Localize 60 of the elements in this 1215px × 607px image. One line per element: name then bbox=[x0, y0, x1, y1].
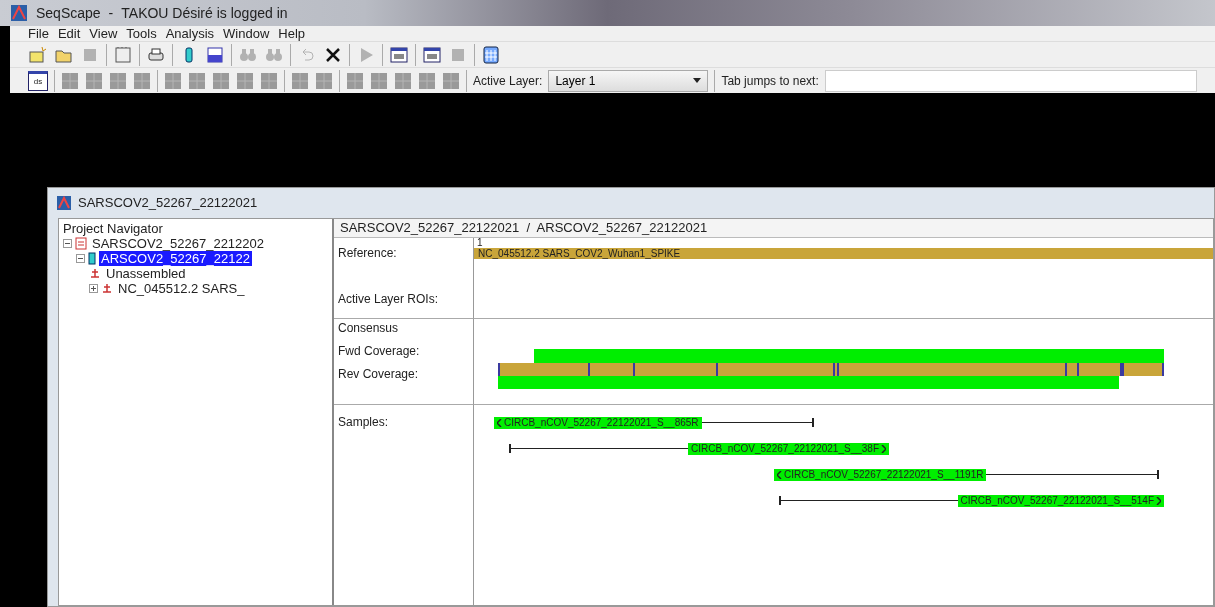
collapse-icon[interactable] bbox=[76, 254, 85, 263]
layer-dropdown[interactable]: Layer 1 bbox=[548, 69, 709, 92]
right-arrowhead-icon bbox=[881, 445, 886, 453]
ds-button[interactable]: ds bbox=[28, 70, 48, 91]
login-status: TAKOU Désiré is logged in bbox=[121, 4, 288, 21]
caret-icon bbox=[693, 78, 702, 84]
sample-read[interactable]: CIRCB_nCOV_52267_22122021_S__1191R bbox=[774, 469, 1159, 481]
read-label: CIRCB_nCOV_52267_22122021_S__1191R bbox=[774, 469, 987, 481]
window-icon[interactable] bbox=[390, 45, 408, 64]
expand-icon[interactable] bbox=[89, 284, 98, 293]
left-arrowhead-icon bbox=[497, 419, 502, 427]
menu-item[interactable]: Tools bbox=[126, 25, 157, 41]
breadcrumb: SARSCOV2_52267_22122021 / ARSCOV2_52267_22122021 bbox=[334, 219, 1213, 238]
sample-icon bbox=[89, 267, 101, 280]
tree-item[interactable]: Unassembled bbox=[104, 266, 188, 281]
tab-jumps-dropdown[interactable] bbox=[824, 69, 1197, 92]
left-arrowhead-icon bbox=[777, 471, 782, 479]
position-number: 1 bbox=[476, 238, 484, 248]
close-icon[interactable] bbox=[324, 45, 342, 64]
right-arrowhead-icon bbox=[1156, 497, 1161, 505]
menu-item[interactable]: File bbox=[28, 25, 49, 41]
collapse-icon[interactable] bbox=[63, 239, 72, 248]
tree-item[interactable]: ARSCOV2_52267_22122 bbox=[99, 251, 252, 266]
sample-read[interactable]: CIRCB_nCOV_52267_22122021_S__514F bbox=[779, 495, 1164, 507]
notepad-icon[interactable] bbox=[114, 45, 132, 64]
read-label: CIRCB_nCOV_52267_22122021_S__865R bbox=[494, 417, 702, 429]
menu-item[interactable]: Analysis bbox=[165, 25, 215, 41]
menu-item[interactable]: Window bbox=[223, 25, 270, 41]
reference-label: Reference: bbox=[338, 246, 398, 260]
menu-item[interactable]: Help bbox=[278, 25, 306, 41]
read-label: CIRCB_nCOV_52267_22122021_S__514F bbox=[957, 495, 1164, 507]
project-logo-icon bbox=[56, 195, 72, 211]
fwd-coverage-label: Fwd Coverage: bbox=[338, 344, 421, 358]
menu-item[interactable]: View bbox=[89, 25, 118, 41]
tab-jumps-label: Tab jumps to next: bbox=[721, 73, 819, 88]
consensus-label: Consensus bbox=[338, 321, 400, 335]
sample-icon bbox=[101, 282, 113, 295]
printer-icon[interactable] bbox=[147, 45, 165, 64]
navigator-title: Project Navigator bbox=[63, 221, 164, 236]
reference-bar: NC_045512.2 SARS_COV2_Wuhan1_SPIKE bbox=[474, 248, 1213, 259]
tree-item[interactable]: SARSCOV2_52267_2212202 bbox=[90, 236, 267, 251]
grid-icon[interactable] bbox=[482, 45, 500, 64]
new-file-icon[interactable] bbox=[29, 45, 47, 64]
rev-coverage-label: Rev Coverage: bbox=[338, 367, 420, 381]
active-layer-label: Active Layer: bbox=[473, 73, 543, 88]
tube-icon bbox=[88, 252, 96, 265]
read-label: CIRCB_nCOV_52267_22122021_S__38F bbox=[688, 443, 889, 455]
roi-label: Active Layer ROIs: bbox=[338, 292, 440, 306]
tree-item[interactable]: NC_045512.2 SARS_ bbox=[116, 281, 247, 296]
samples-label: Samples: bbox=[338, 415, 390, 429]
sample-read[interactable]: CIRCB_nCOV_52267_22122021_S__865R bbox=[494, 417, 814, 429]
app-logo-icon bbox=[10, 3, 28, 22]
sample-read[interactable]: CIRCB_nCOV_52267_22122021_S__38F bbox=[509, 443, 889, 455]
window-title: SeqScape bbox=[36, 4, 101, 21]
menu-item[interactable]: Edit bbox=[57, 25, 81, 41]
project-icon bbox=[75, 237, 87, 250]
window-icon[interactable] bbox=[423, 45, 441, 64]
project-window-title: SARSCOV2_52267_22122021 bbox=[78, 195, 258, 211]
document-icon[interactable] bbox=[206, 45, 224, 64]
title-separator: - bbox=[108, 4, 114, 21]
